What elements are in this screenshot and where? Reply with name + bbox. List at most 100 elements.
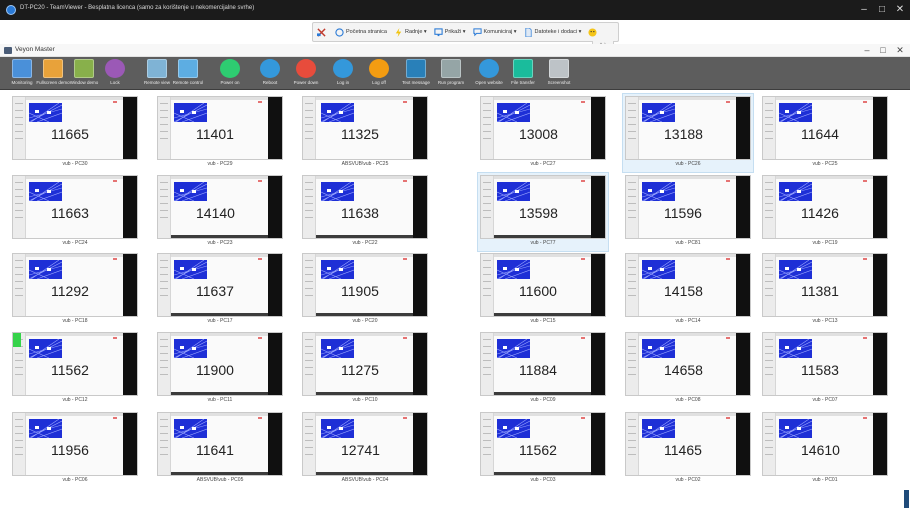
computer-tile[interactable]: 11465 vub - PC02 — [623, 410, 753, 488]
computer-screen-thumbnail[interactable]: 11465 — [625, 412, 751, 476]
computer-screen-thumbnail[interactable]: 11956 — [12, 412, 138, 476]
tv-toolbar-item-view[interactable]: Prikaži ▾ — [434, 27, 466, 37]
computer-tile[interactable]: 13598 vub - PC77 — [477, 172, 609, 252]
computer-tile[interactable]: 11381 vub - PC13 — [760, 251, 890, 329]
computer-screen-thumbnail[interactable]: 11596 — [625, 175, 751, 239]
screen-pattern-image — [642, 260, 675, 279]
computer-tile[interactable]: 14140 vub - PC23 — [155, 173, 285, 251]
computer-screen-thumbnail[interactable]: 14158 — [625, 253, 751, 317]
computer-screen-thumbnail[interactable]: 11562 — [12, 332, 138, 396]
toolbar-button-label: Power on — [220, 80, 240, 85]
computer-screen-thumbnail[interactable]: 11641 — [157, 412, 283, 476]
screen-header-bar — [776, 254, 873, 257]
toolbar-button-screenshot[interactable]: Screenshot — [541, 59, 577, 89]
computer-screen-thumbnail[interactable]: 14610 — [762, 412, 888, 476]
close-icon[interactable]: ✕ — [892, 3, 908, 17]
computer-screen-thumbnail[interactable]: 11638 — [302, 175, 428, 239]
computer-screen-thumbnail[interactable]: 11292 — [12, 253, 138, 317]
computer-screen-thumbnail[interactable]: 13598 — [480, 175, 606, 239]
computer-tile[interactable]: 11665 vub - PC30 — [10, 94, 140, 172]
screen-dark-panel — [736, 254, 750, 316]
scroll-indicator[interactable] — [904, 490, 909, 508]
veyon-minimize-icon[interactable]: – — [860, 44, 874, 57]
computer-screen-thumbnail[interactable]: 11381 — [762, 253, 888, 317]
tv-toolbar-item-actions[interactable]: Radnje ▾ — [394, 27, 427, 37]
computer-grid: 11665 vub - PC30 11401 vub - PC29 11325 ABSVU… — [0, 90, 910, 517]
maximize-icon[interactable]: □ — [874, 3, 890, 17]
computer-tile[interactable]: 11638 vub - PC22 — [300, 173, 430, 251]
computer-screen-thumbnail[interactable]: 11275 — [302, 332, 428, 396]
toolbar-button-lock[interactable]: Lock — [97, 59, 133, 89]
computer-screen-thumbnail[interactable]: 11583 — [762, 332, 888, 396]
screen-header-bar — [776, 333, 873, 336]
screen-sidebar — [303, 176, 316, 238]
computer-screen-thumbnail[interactable]: 11900 — [157, 332, 283, 396]
toolbar-button-power-on[interactable]: Power on — [212, 59, 248, 89]
toolbar-button-file-transfer[interactable]: File transfer — [505, 59, 541, 89]
computer-screen-thumbnail[interactable]: 11401 — [157, 96, 283, 160]
screen-header-bar — [494, 176, 591, 179]
computer-tile[interactable]: 11663 vub - PC24 — [10, 173, 140, 251]
computer-tile[interactable]: 11325 ABSVUB\vub - PC25 — [300, 94, 430, 172]
computer-tile[interactable]: 11900 vub - PC11 — [155, 330, 285, 408]
computer-screen-thumbnail[interactable]: 11600 — [480, 253, 606, 317]
screen-dark-panel — [413, 254, 427, 316]
screen-accent-mark — [113, 258, 117, 260]
computer-tile[interactable]: 13188 vub - PC26 — [622, 93, 754, 173]
tv-toolbar-item-home[interactable]: Početna stranica — [335, 27, 387, 37]
computer-tile[interactable]: 14158 vub - PC14 — [623, 251, 753, 329]
computer-screen-thumbnail[interactable]: 13008 — [480, 96, 606, 160]
computer-screen-thumbnail[interactable]: 11426 — [762, 175, 888, 239]
computer-tile[interactable]: 11956 vub - PC06 — [10, 410, 140, 488]
computer-screen-thumbnail[interactable]: 14658 — [625, 332, 751, 396]
computer-screen-thumbnail[interactable]: 11884 — [480, 332, 606, 396]
computer-tile[interactable]: 11641 ABSVUB\vub - PC05 — [155, 410, 285, 488]
computer-screen-thumbnail[interactable]: 14140 — [157, 175, 283, 239]
computer-screen-thumbnail[interactable]: 11663 — [12, 175, 138, 239]
computer-tile[interactable]: 11562 vub - PC12 — [10, 330, 140, 408]
computer-tile[interactable]: 11583 vub - PC07 — [760, 330, 890, 408]
computer-tile[interactable]: 11275 vub - PC10 — [300, 330, 430, 408]
toolbar-button-reboot[interactable]: Reboot — [252, 59, 288, 89]
screen-pattern-image — [497, 103, 530, 122]
computer-tile[interactable]: 11905 vub - PC20 — [300, 251, 430, 329]
computer-screen-thumbnail[interactable]: 11665 — [12, 96, 138, 160]
screen-sidebar — [626, 413, 639, 475]
computer-screen-thumbnail[interactable]: 11562 — [480, 412, 606, 476]
toolbar-button-logoff[interactable]: Log off — [361, 59, 397, 89]
computer-tile[interactable]: 14658 vub - PC08 — [623, 330, 753, 408]
tv-toolbar-item-communicate[interactable]: Komuniciraj ▾ — [472, 27, 517, 37]
tv-emoji-button[interactable] — [588, 27, 599, 37]
toolbar-button-run-program[interactable]: Run program — [433, 59, 469, 89]
computer-screen-thumbnail[interactable]: 12741 — [302, 412, 428, 476]
computer-tile[interactable]: 13008 vub - PC27 — [478, 94, 608, 172]
computer-screen-thumbnail[interactable]: 11637 — [157, 253, 283, 317]
computer-tile[interactable]: 14610 vub - PC01 — [760, 410, 890, 488]
veyon-close-icon[interactable]: ✕ — [893, 44, 907, 57]
computer-tile[interactable]: 11562 vub - PC03 — [478, 410, 608, 488]
computer-tile[interactable]: 11426 vub - PC19 — [760, 173, 890, 251]
computer-tile[interactable]: 11292 vub - PC18 — [10, 251, 140, 329]
minimize-icon[interactable]: – — [856, 3, 872, 17]
tv-close-session-button[interactable] — [317, 27, 328, 37]
screen-pattern-image — [497, 260, 530, 279]
computer-tile[interactable]: 11637 vub - PC17 — [155, 251, 285, 329]
computer-screen-thumbnail[interactable]: 11905 — [302, 253, 428, 317]
computer-tile[interactable]: 12741 ABSVUB\vub - PC04 — [300, 410, 430, 488]
computer-tile[interactable]: 11884 vub - PC09 — [478, 330, 608, 408]
screen-number-text: 14140 — [196, 205, 235, 221]
computer-screen-thumbnail[interactable]: 13188 — [625, 96, 751, 160]
computer-name-label: vub - PC11 — [207, 397, 233, 403]
veyon-title-bar: Veyon Master – □ ✕ — [0, 44, 910, 57]
computer-tile[interactable]: 11596 vub - PC81 — [623, 173, 753, 251]
computer-screen-thumbnail[interactable]: 11325 — [302, 96, 428, 160]
computer-screen-thumbnail[interactable]: 11644 — [762, 96, 888, 160]
veyon-maximize-icon[interactable]: □ — [876, 44, 890, 57]
toolbar-button-login[interactable]: Log in — [325, 59, 361, 89]
computer-tile[interactable]: 11401 vub - PC29 — [155, 94, 285, 172]
computer-tile[interactable]: 11644 vub - PC25 — [760, 94, 890, 172]
toolbar-button-power-down[interactable]: Power down — [288, 59, 324, 89]
toolbar-button-remote-control[interactable]: Remote control — [170, 59, 206, 89]
computer-tile[interactable]: 11600 vub - PC15 — [478, 251, 608, 329]
tv-toolbar-item-files[interactable]: Datoteke i dodaci ▾ — [524, 27, 581, 37]
